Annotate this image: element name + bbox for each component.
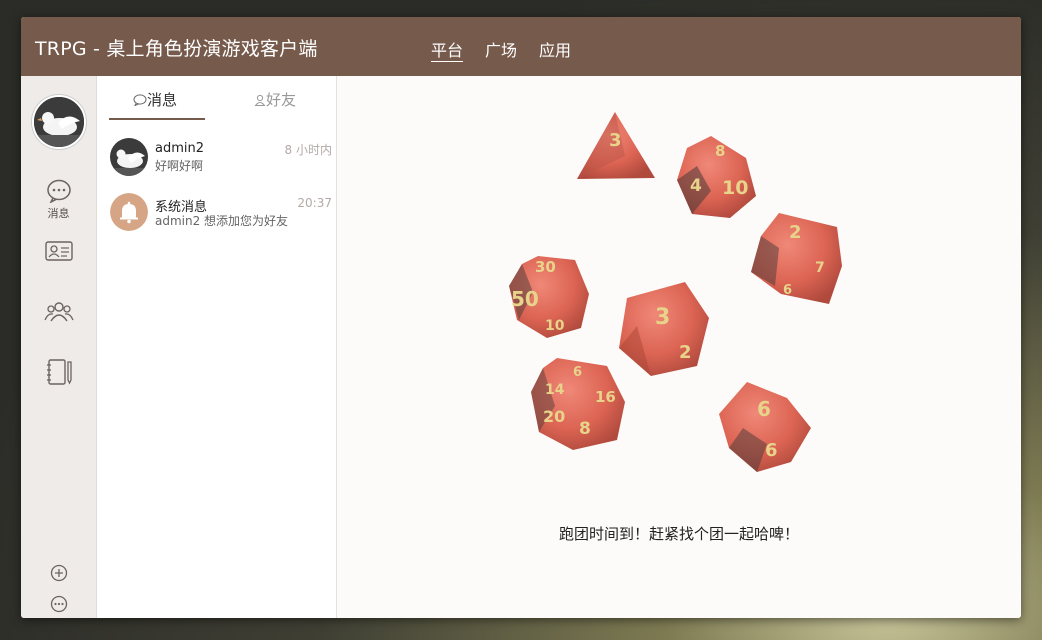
more-circle-icon [50,595,67,613]
dice-number: 10 [722,177,748,199]
dice-number: 6 [765,440,778,461]
nav-square[interactable]: 广场 [485,37,517,61]
tab-friends[interactable]: 好友 [254,89,296,110]
dice-number: 2 [679,342,692,363]
dice-number: 10 [545,318,565,334]
conversation-name: admin2 [155,141,205,156]
top-nav: 平台 广场 应用 [431,37,571,61]
add-circle-icon [50,564,67,582]
tab-friends-label: 好友 [266,91,297,109]
conversation-preview: admin2 想添加您为好友 [155,214,289,228]
dice-number: 7 [815,260,825,276]
user-avatar[interactable] [32,95,86,149]
sidebar: 消息 [21,76,97,618]
conversation-time: 20:37 [297,196,332,210]
add-button[interactable] [21,564,96,586]
contact-card-icon [44,241,73,261]
d4-die: 3 [577,112,655,179]
sidebar-item-messages[interactable]: 消息 [21,179,96,221]
more-button[interactable] [21,595,96,617]
conversation-item[interactable]: admin2 好啊好啊 8 小时内 [97,138,336,182]
conversation-item[interactable]: 系统消息 admin2 想添加您为好友 20:37 [97,193,336,237]
list-tabs: 消息 好友 [97,76,336,122]
dice-number: 6 [783,283,792,298]
d10-percentile-die: 6 6 [719,382,811,472]
d10-die: 2 7 6 [751,213,842,304]
user-small-icon [254,94,266,106]
sidebar-item-groups[interactable] [21,300,96,326]
conversation-avatar [110,138,148,176]
nav-platform[interactable]: 平台 [431,37,463,61]
conversation-avatar [110,193,148,231]
dice-number: 30 [535,258,556,276]
chat-small-icon [133,94,147,107]
d8-die: 8 4 10 [677,136,756,218]
dice-number: 14 [545,382,565,398]
tab-messages-label: 消息 [147,91,178,109]
nav-apps[interactable]: 应用 [539,37,571,61]
d20-die: 14 6 16 20 8 [531,358,625,450]
app-title: TRPG - 桌上角色扮演游戏客户端 [35,38,318,60]
dice-number: 16 [595,388,616,406]
d12-die: 30 50 10 [509,256,589,338]
chat-bubble-icon [46,179,71,204]
notebook-icon [46,359,72,385]
dice-number: 6 [573,365,582,380]
titlebar: TRPG - 桌上角色扮演游戏客户端 平台 广场 应用 [21,17,1021,76]
dice-number: 8 [715,142,725,160]
conversation-panel: 消息 好友 admin2 好啊好啊 8 小时内 系统消息 admin2 想添加您… [97,76,337,618]
dice-number: 20 [543,407,565,426]
dice-illustration: 3 8 4 10 2 7 6 30 50 10 3 2 14 6 16 20 8… [509,112,842,472]
d6-die: 3 2 [619,282,709,376]
dice-number: 6 [757,397,771,421]
dice-number: 3 [655,305,670,330]
app-window: TRPG - 桌上角色扮演游戏客户端 平台 广场 应用 消息 消息 好友 adm… [21,17,1021,618]
main-content: 3 8 4 10 2 7 6 30 50 10 3 2 14 6 16 20 8… [337,76,1021,618]
active-tab-indicator [109,118,205,120]
dice-number: 3 [609,130,622,151]
welcome-slogan: 跑团时间到！赶紧找个团一起哈啤！ [558,525,799,543]
sidebar-item-label: 消息 [47,207,70,220]
sidebar-item-notes[interactable] [21,358,96,390]
tab-messages[interactable]: 消息 [133,89,177,110]
group-icon [43,302,74,322]
dice-number: 8 [579,419,591,439]
conversation-preview: 好啊好啊 [155,159,204,173]
dice-number: 4 [690,176,702,196]
conversation-time: 8 小时内 [284,143,332,157]
dice-number: 50 [511,287,539,311]
sidebar-item-contacts[interactable] [21,241,96,265]
dice-number: 2 [789,222,802,243]
